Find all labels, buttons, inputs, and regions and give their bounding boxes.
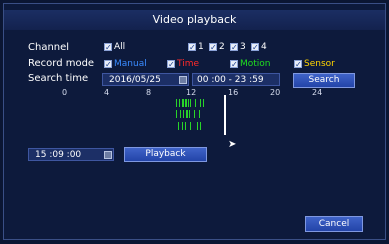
dialog-title: Video playback [4, 10, 385, 30]
channel-1-label: 1 [198, 42, 204, 52]
playback-time-field[interactable]: 15 :09 :00 [28, 148, 114, 161]
timeline-tick-4: 4 [104, 88, 110, 97]
recording-segment [194, 110, 195, 118]
recording-timeline[interactable] [66, 95, 318, 137]
mouse-pointer-icon: ➤ [228, 139, 237, 150]
channel-2-checkbox[interactable]: ✓ [209, 43, 217, 52]
playback-position-marker[interactable] [224, 95, 226, 135]
search-date-value: 2016/05/25 [109, 75, 161, 85]
timeline-tick-0: 0 [62, 88, 68, 97]
recording-segment [176, 110, 177, 118]
channel-1-checkbox[interactable]: ✓ [188, 43, 196, 52]
recording-segment [183, 99, 184, 107]
playback-button[interactable]: Playback [124, 147, 207, 162]
recording-segment [200, 99, 201, 107]
recording-segment [186, 99, 187, 107]
search-button[interactable]: Search [293, 73, 355, 88]
channel-all-checkbox[interactable]: ✓ [104, 43, 112, 52]
timeline-tick-8: 8 [146, 88, 152, 97]
channel-2-label: 2 [219, 42, 225, 52]
recording-segment [182, 122, 183, 130]
record-motion-label: Motion [240, 59, 271, 69]
record-mode-label: Record mode [28, 58, 95, 69]
record-manual-label: Manual [114, 59, 147, 69]
recording-segment [189, 110, 190, 118]
search-time-range-field[interactable]: 00 :00 - 23 :59 [192, 73, 280, 86]
recording-segment [185, 122, 186, 130]
channel-4-checkbox[interactable]: ✓ [251, 43, 259, 52]
recording-segment [190, 122, 191, 130]
calendar-icon[interactable] [179, 76, 187, 84]
recording-segment [187, 110, 188, 118]
record-time-label: Time [177, 59, 200, 69]
timeline-tick-24: 24 [312, 88, 323, 97]
channel-3-checkbox[interactable]: ✓ [230, 43, 238, 52]
channel-all-label: All [114, 42, 126, 52]
recording-segment [183, 110, 184, 118]
recording-segment [195, 99, 196, 107]
recording-segment [197, 122, 198, 130]
search-time-range-value: 00 :00 - 23 :59 [197, 75, 264, 85]
recording-segment [200, 122, 201, 130]
recording-segment [203, 99, 204, 107]
channel-3-label: 3 [240, 42, 246, 52]
search-time-label: Search time [28, 73, 89, 84]
recording-segment [188, 99, 189, 107]
search-date-field[interactable]: 2016/05/25 [102, 73, 189, 86]
record-sensor-label: Sensor [304, 59, 335, 69]
timeline-tick-16: 16 [228, 88, 239, 97]
timeline-tick-20: 20 [270, 88, 281, 97]
record-time-checkbox[interactable]: ✓ [167, 60, 175, 69]
channel-label: Channel [28, 42, 70, 53]
record-sensor-checkbox[interactable]: ✓ [294, 60, 302, 69]
timeline-tick-12: 12 [186, 88, 197, 97]
recording-segment [178, 122, 179, 130]
recording-segment [199, 110, 200, 118]
recording-segment [180, 110, 181, 118]
channel-4-label: 4 [261, 42, 267, 52]
recording-segment [190, 99, 191, 107]
cancel-button[interactable]: Cancel [305, 216, 363, 232]
recording-segment [176, 99, 177, 107]
playback-time-value: 15 :09 :00 [35, 150, 82, 160]
calendar-icon[interactable] [104, 151, 112, 159]
record-manual-checkbox[interactable]: ✓ [104, 60, 112, 69]
record-motion-checkbox[interactable]: ✓ [230, 60, 238, 69]
recording-segment [179, 99, 180, 107]
